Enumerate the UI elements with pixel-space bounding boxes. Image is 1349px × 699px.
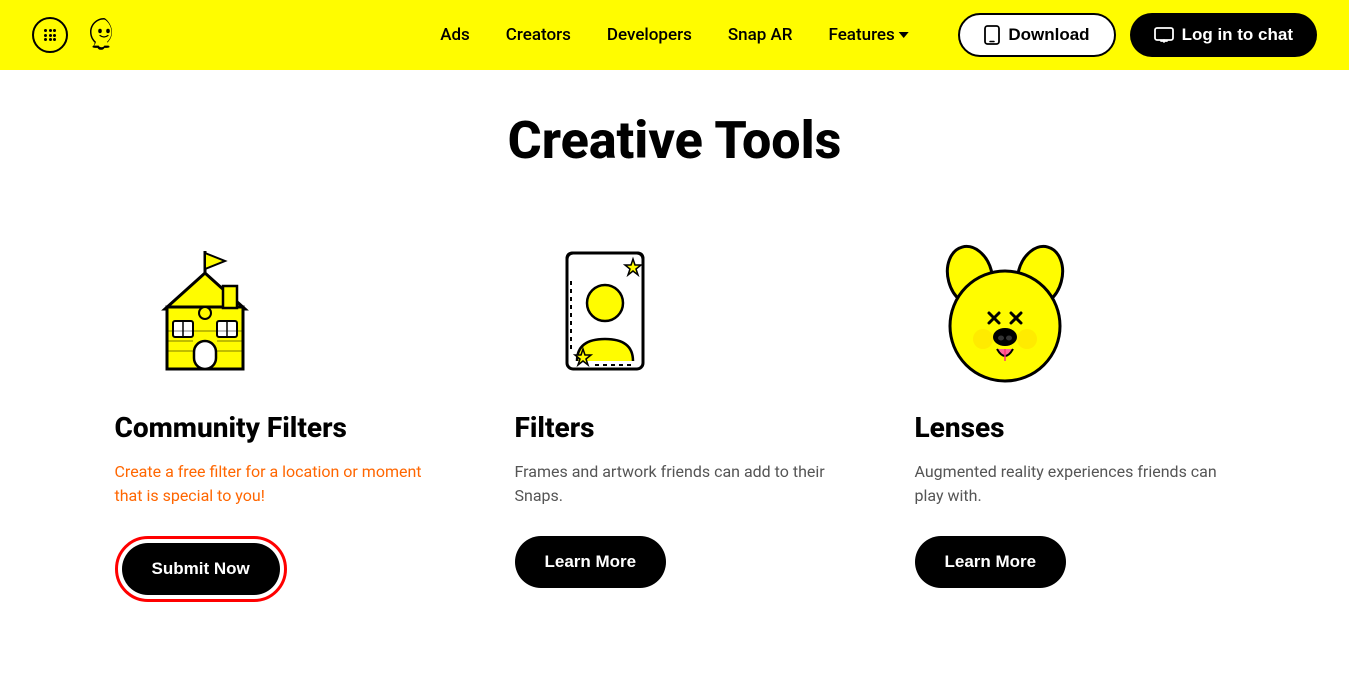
download-label: Download bbox=[1008, 25, 1089, 45]
snapchat-logo[interactable] bbox=[86, 15, 122, 55]
phone-icon bbox=[984, 25, 1000, 45]
navbar: Ads Creators Developers Snap AR Features… bbox=[0, 0, 1349, 70]
community-filters-description-text: Create a free filter for a location or m… bbox=[115, 462, 422, 505]
community-filters-title: Community Filters bbox=[115, 411, 347, 444]
lenses-title: Lenses bbox=[915, 411, 1005, 444]
filters-icon bbox=[515, 231, 695, 391]
lenses-card: Lenses Augmented reality experiences fri… bbox=[915, 231, 1235, 588]
community-filters-icon bbox=[115, 231, 295, 391]
nav-developers[interactable]: Developers bbox=[607, 25, 692, 45]
submit-now-button[interactable]: Submit Now bbox=[122, 543, 280, 595]
lenses-description: Augmented reality experiences friends ca… bbox=[915, 460, 1235, 508]
cards-container: Community Filters Create a free filter f… bbox=[60, 231, 1289, 602]
lenses-learn-more-button[interactable]: Learn More bbox=[915, 536, 1067, 588]
filters-card: Filters Frames and artwork friends can a… bbox=[515, 231, 835, 588]
grid-icon[interactable] bbox=[32, 17, 68, 53]
lenses-icon bbox=[915, 231, 1095, 391]
features-label: Features bbox=[829, 25, 895, 45]
nav-snap-ar[interactable]: Snap AR bbox=[728, 25, 793, 45]
monitor-icon bbox=[1154, 27, 1174, 43]
nav-features[interactable]: Features bbox=[829, 25, 909, 45]
chevron-down-icon bbox=[899, 32, 909, 38]
filters-description: Frames and artwork friends can add to th… bbox=[515, 460, 835, 508]
login-button[interactable]: Log in to chat bbox=[1130, 13, 1317, 57]
community-filters-card: Community Filters Create a free filter f… bbox=[115, 231, 435, 602]
nav-creators[interactable]: Creators bbox=[506, 25, 571, 45]
navbar-right: Download Log in to chat bbox=[958, 13, 1317, 57]
main-content: Creative Tools bbox=[0, 70, 1349, 662]
page-title: Creative Tools bbox=[60, 110, 1289, 171]
navbar-center: Ads Creators Developers Snap AR Features bbox=[440, 25, 909, 45]
download-button[interactable]: Download bbox=[958, 13, 1115, 57]
submit-button-wrapper: Submit Now bbox=[115, 536, 287, 602]
nav-ads[interactable]: Ads bbox=[440, 25, 470, 45]
login-label: Log in to chat bbox=[1182, 25, 1293, 45]
navbar-left bbox=[32, 15, 122, 55]
community-filters-description: Create a free filter for a location or m… bbox=[115, 460, 435, 508]
filters-title: Filters bbox=[515, 411, 595, 444]
filters-learn-more-button[interactable]: Learn More bbox=[515, 536, 667, 588]
